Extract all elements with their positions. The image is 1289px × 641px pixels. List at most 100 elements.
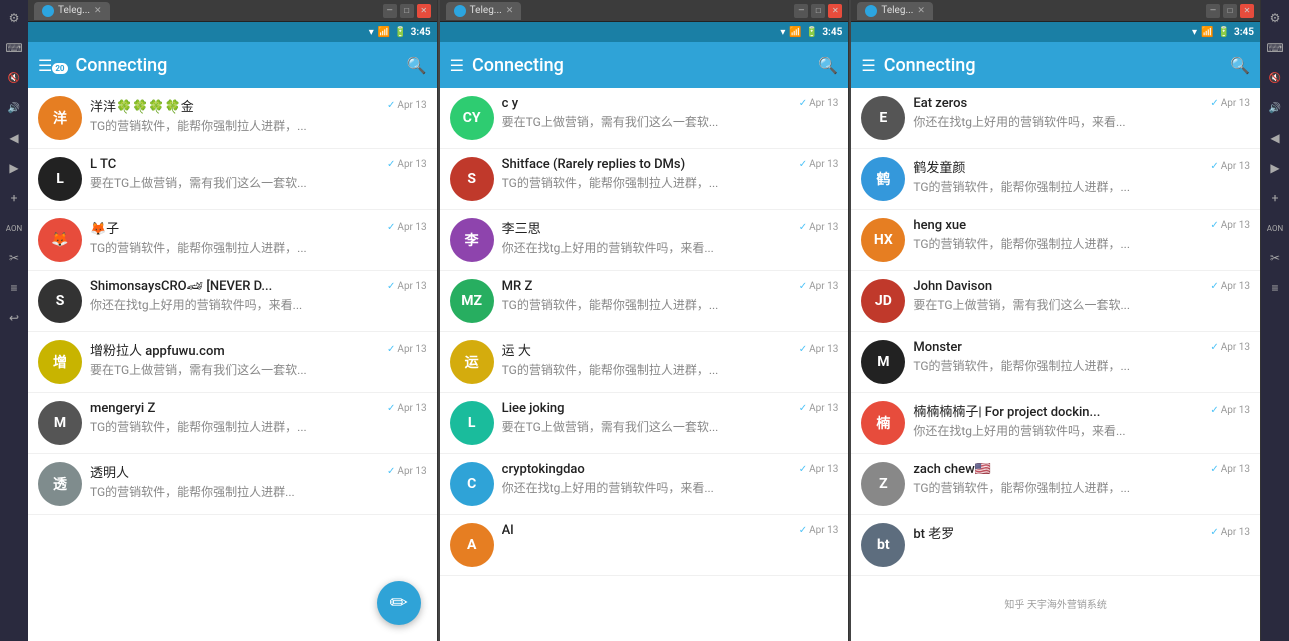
chat-item[interactable]: AAl✓ Apr 13 [440,515,849,576]
chat-content: mengeryi Z✓ Apr 13TG的营销软件，能帮你强制拉人进群，... [90,401,427,435]
chat-item[interactable]: 运运 大✓ Apr 13TG的营销软件，能帮你强制拉人进群，... [440,332,849,393]
chat-item[interactable]: 鹤鹤发童颜✓ Apr 13TG的营销软件，能帮你强制拉人进群，... [851,149,1260,210]
search-icon-1[interactable]: 🔍 [407,56,427,75]
search-icon-3[interactable]: 🔍 [1230,56,1250,75]
maximize-btn-1[interactable]: □ [400,4,414,18]
chat-item[interactable]: LL TC✓ Apr 13要在TG上做营销，需有我们这么一套软... [28,149,437,210]
search-icon-2[interactable]: 🔍 [818,56,838,75]
tab-close-3[interactable]: ✕ [917,6,925,16]
chat-name: Eat zeros [913,96,967,111]
signal-icon-3: ▾ [1192,27,1197,38]
avatar: HX [861,218,905,262]
browser-bar-1: Teleg... ✕ — □ ✕ [28,0,437,22]
toolbar-icon-4[interactable]: 🔊 [4,98,24,118]
chat-top: Al✓ Apr 13 [502,523,839,538]
chat-item[interactable]: MZMR Z✓ Apr 13TG的营销软件，能帮你强制拉人进群，... [440,271,849,332]
tab-close-2[interactable]: ✕ [506,6,514,16]
tab-1[interactable]: Teleg... ✕ [34,2,110,20]
chat-item[interactable]: 李李三思✓ Apr 13你还在找tg上好用的营销软件吗，来看... [440,210,849,271]
toolbar-icon-9[interactable]: ✂ [4,248,24,268]
chat-time: ✓ Apr 13 [387,403,427,414]
close-btn-3[interactable]: ✕ [1240,4,1254,18]
toolbar-icon-7[interactable]: + [4,188,24,208]
battery-icon-2: 🔋 [806,27,818,38]
toolbar-icon-11[interactable]: ↩ [4,308,24,328]
right-toolbar-icon-3[interactable]: 🔇 [1265,68,1285,88]
menu-icon-3[interactable]: ☰ [861,56,875,75]
tab-close-1[interactable]: ✕ [94,6,102,16]
chat-name: MR Z [502,279,533,294]
toolbar-icon-1[interactable]: ⚙ [4,8,24,28]
menu-icon-2[interactable]: ☰ [450,56,464,75]
chat-item[interactable]: Mmengeryi Z✓ Apr 13TG的营销软件，能帮你强制拉人进群，... [28,393,437,454]
chat-item[interactable]: Zzach chew🇺🇸✓ Apr 13TG的营销软件，能帮你强制拉人进群，..… [851,454,1260,515]
avatar: bt [861,523,905,567]
menu-icon-1[interactable]: ☰20 [38,56,68,75]
chat-item[interactable]: HXheng xue✓ Apr 13TG的营销软件，能帮你强制拉人进群，... [851,210,1260,271]
check-icon: ✓ [799,403,807,414]
chat-name: heng xue [913,218,966,233]
chat-top: 运 大✓ Apr 13 [502,340,839,359]
check-icon: ✓ [799,159,807,170]
chat-item[interactable]: 透透明人✓ Apr 13TG的营销软件，能帮你强制拉人进群... [28,454,437,515]
phone-panel-2: Teleg... ✕ — □ ✕ ▾ 📶 🔋 3:45 ☰ Connecting… [440,0,850,641]
chat-item[interactable]: 洋洋洋🍀🍀🍀🍀金✓ Apr 13TG的营销软件，能帮你强制拉人进群，... [28,88,437,149]
right-toolbar-icon-1[interactable]: ⚙ [1265,8,1285,28]
wifi-icon-2: 📶 [789,27,801,38]
chat-name: ShimonsaysCRO🏎 [NEVER D... [90,279,272,294]
tab-3[interactable]: Teleg... ✕ [857,2,933,20]
right-toolbar-icon-6[interactable]: ▶ [1265,158,1285,178]
avatar: C [450,462,494,506]
chat-item[interactable]: JDJohn Davison✓ Apr 13要在TG上做营销，需有我们这么一套软… [851,271,1260,332]
chat-item[interactable]: 增增粉拉人 appfuwu.com✓ Apr 13要在TG上做营销，需有我们这么… [28,332,437,393]
chat-name: 透明人 [90,462,129,481]
chat-time: ✓ Apr 13 [799,344,839,355]
close-btn-1[interactable]: ✕ [417,4,431,18]
check-icon: ✓ [799,281,807,292]
chat-item[interactable]: Ccryptokingdao✓ Apr 13你还在找tg上好用的营销软件吗，来看… [440,454,849,515]
avatar: 🦊 [38,218,82,262]
check-icon: ✓ [1210,527,1218,538]
check-icon: ✓ [387,344,395,355]
toolbar-icon-10[interactable]: ≡ [4,278,24,298]
chat-message: TG的营销软件，能帮你强制拉人进群，... [913,357,1250,374]
chat-item[interactable]: bt bt 老罗✓ Apr 13 [851,515,1260,576]
chat-item[interactable]: MMonster✓ Apr 13TG的营销软件，能帮你强制拉人进群，... [851,332,1260,393]
minimize-btn-2[interactable]: — [794,4,808,18]
right-toolbar-icon-10[interactable]: ≡ [1265,278,1285,298]
avatar: E [861,96,905,140]
maximize-btn-3[interactable]: □ [1223,4,1237,18]
toolbar-icon-6[interactable]: ▶ [4,158,24,178]
chat-top: bt 老罗✓ Apr 13 [913,523,1250,542]
chat-name: c y [502,96,518,111]
tg-header-1: ☰20 Connecting 🔍 [28,42,437,88]
right-toolbar-icon-5[interactable]: ◀ [1265,128,1285,148]
chat-item[interactable]: CYc y✓ Apr 13要在TG上做营销，需有我们这么一套软... [440,88,849,149]
minimize-btn-1[interactable]: — [383,4,397,18]
compose-fab-1[interactable]: ✏ [377,581,421,625]
toolbar-icon-5[interactable]: ◀ [4,128,24,148]
check-icon: ✓ [1210,342,1218,353]
right-toolbar-icon-8: AON [1265,218,1285,238]
right-toolbar-icon-2[interactable]: ⌨ [1265,38,1285,58]
chat-item[interactable]: 楠楠楠楠楠子| For project dockin...✓ Apr 13你还在… [851,393,1260,454]
right-toolbar-icon-7[interactable]: + [1265,188,1285,208]
right-toolbar-icon-4[interactable]: 🔊 [1265,98,1285,118]
check-icon: ✓ [799,98,807,109]
chat-item[interactable]: 🦊🦊子✓ Apr 13TG的营销软件，能帮你强制拉人进群，... [28,210,437,271]
toolbar-icon-3[interactable]: 🔇 [4,68,24,88]
maximize-btn-2[interactable]: □ [811,4,825,18]
chat-item[interactable]: SShitface (Rarely replies to DMs)✓ Apr 1… [440,149,849,210]
chat-item[interactable]: SShimonsaysCRO🏎 [NEVER D...✓ Apr 13你还在找t… [28,271,437,332]
chat-item[interactable]: EEat zeros✓ Apr 13你还在找tg上好用的营销软件吗，来看... [851,88,1260,149]
chat-item[interactable]: LLiee joking✓ Apr 13要在TG上做营销，需有我们这么一套软..… [440,393,849,454]
chat-content: 运 大✓ Apr 13TG的营销软件，能帮你强制拉人进群，... [502,340,839,378]
chat-top: Liee joking✓ Apr 13 [502,401,839,416]
minimize-btn-3[interactable]: — [1206,4,1220,18]
toolbar-icon-2[interactable]: ⌨ [4,38,24,58]
close-btn-2[interactable]: ✕ [828,4,842,18]
telegram-favicon-1 [42,5,54,17]
tab-2[interactable]: Teleg... ✕ [446,2,522,20]
chat-top: Eat zeros✓ Apr 13 [913,96,1250,111]
right-toolbar-icon-9[interactable]: ✂ [1265,248,1285,268]
